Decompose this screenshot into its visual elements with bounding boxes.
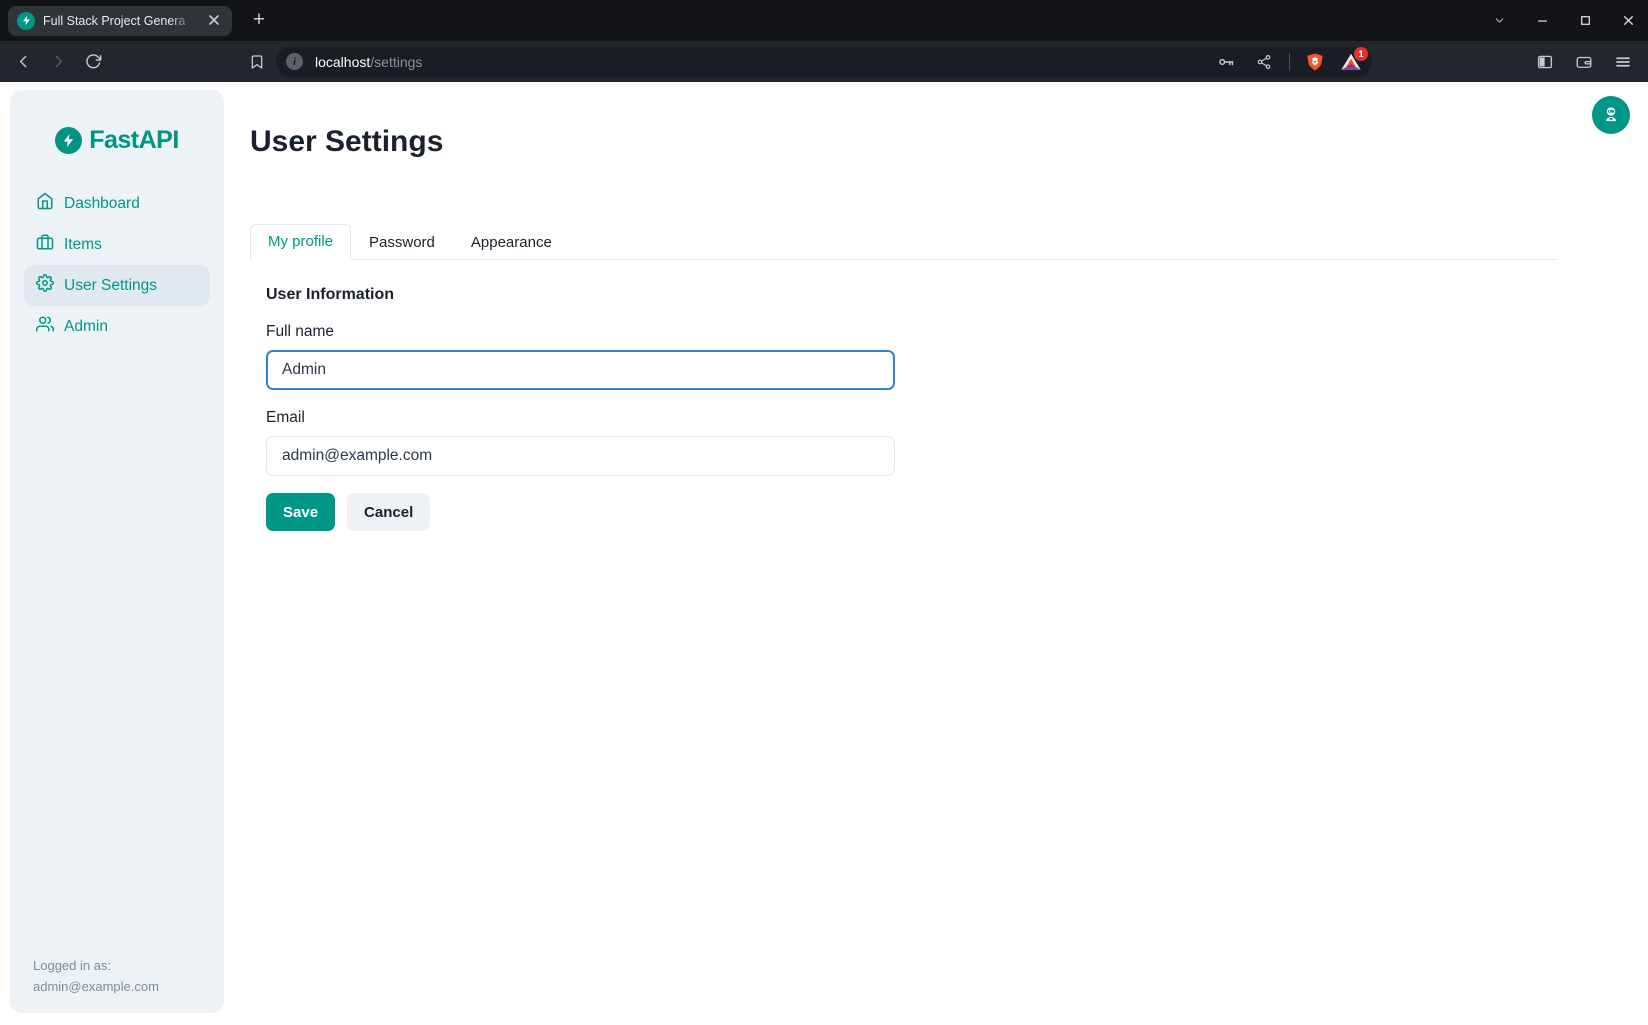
sidebar-item-user-settings[interactable]: User Settings bbox=[24, 265, 210, 306]
sidebar-item-label: User Settings bbox=[64, 277, 157, 295]
window-maximize-button[interactable] bbox=[1577, 13, 1593, 29]
url-host: localhost bbox=[315, 54, 370, 70]
my-profile-panel: User Information Full name Email Save Ca… bbox=[250, 260, 1556, 547]
browser-tab[interactable]: Full Stack Project Genera bbox=[8, 6, 232, 36]
gear-icon bbox=[36, 274, 54, 297]
full-name-label: Full name bbox=[266, 323, 1540, 341]
window-minimize-button[interactable] bbox=[1534, 13, 1550, 29]
email-field-group: Email bbox=[266, 409, 1540, 476]
sidebar-item-label: Items bbox=[64, 236, 102, 254]
rewards-badge: 1 bbox=[1354, 47, 1368, 61]
user-menu-avatar-button[interactable] bbox=[1592, 96, 1630, 134]
brave-rewards-icon[interactable]: 1 bbox=[1340, 51, 1362, 73]
browser-toolbar: i localhost/settings bbox=[0, 41, 1648, 82]
tab-password[interactable]: Password bbox=[351, 224, 453, 260]
email-label: Email bbox=[266, 409, 1540, 427]
section-title: User Information bbox=[266, 286, 1540, 304]
forward-button[interactable] bbox=[45, 49, 71, 75]
page-title: User Settings bbox=[250, 125, 1556, 159]
app-page: FastAPI Dashboard Items User Settings bbox=[0, 82, 1648, 1025]
back-button[interactable] bbox=[10, 49, 36, 75]
password-key-icon[interactable] bbox=[1213, 49, 1239, 75]
full-name-input[interactable] bbox=[266, 350, 895, 390]
save-button[interactable]: Save bbox=[266, 493, 335, 531]
sidebar-item-label: Admin bbox=[64, 318, 108, 336]
brave-shield-icon[interactable] bbox=[1302, 49, 1328, 75]
side-panel-icon[interactable] bbox=[1532, 49, 1558, 75]
main-content: User Settings My profile Password Appear… bbox=[250, 82, 1556, 547]
logged-in-label: Logged in as: bbox=[33, 955, 159, 976]
sidebar: FastAPI Dashboard Items User Settings bbox=[10, 90, 224, 1013]
site-info-icon[interactable]: i bbox=[286, 53, 303, 70]
fastapi-favicon bbox=[17, 12, 35, 30]
fastapi-logo: FastAPI bbox=[10, 90, 224, 155]
fastapi-logo-icon bbox=[55, 127, 82, 154]
logged-in-footer: Logged in as: admin@example.com bbox=[33, 955, 159, 997]
sidebar-item-admin[interactable]: Admin bbox=[24, 306, 210, 347]
menu-hamburger-icon[interactable] bbox=[1610, 49, 1636, 75]
browser-tabstrip: Full Stack Project Genera + bbox=[0, 0, 1648, 41]
tab-search-chevron-icon[interactable] bbox=[1491, 13, 1507, 29]
window-close-button[interactable] bbox=[1620, 13, 1636, 29]
bookmark-icon[interactable] bbox=[244, 49, 270, 75]
tab-my-profile[interactable]: My profile bbox=[250, 224, 351, 260]
sidebar-item-items[interactable]: Items bbox=[24, 224, 210, 265]
tab-close-icon[interactable] bbox=[205, 12, 223, 30]
toolbar-separator bbox=[1289, 53, 1290, 71]
wallet-icon[interactable] bbox=[1571, 49, 1597, 75]
email-input[interactable] bbox=[266, 436, 895, 476]
astronaut-user-icon bbox=[1601, 104, 1621, 127]
briefcase-icon bbox=[36, 233, 54, 256]
users-icon bbox=[36, 315, 54, 338]
settings-tabs: My profile Password Appearance bbox=[250, 224, 1556, 260]
share-icon[interactable] bbox=[1251, 49, 1277, 75]
cancel-button[interactable]: Cancel bbox=[347, 493, 430, 531]
tab-appearance[interactable]: Appearance bbox=[453, 224, 570, 260]
reload-button[interactable] bbox=[80, 49, 106, 75]
url-path: /settings bbox=[370, 54, 422, 70]
sidebar-item-dashboard[interactable]: Dashboard bbox=[24, 183, 210, 224]
home-icon bbox=[36, 192, 54, 215]
logged-in-email: admin@example.com bbox=[33, 976, 159, 997]
url-text[interactable]: localhost/settings bbox=[315, 54, 1213, 70]
sidebar-menu: Dashboard Items User Settings Admin bbox=[10, 183, 224, 347]
full-name-field-group: Full name bbox=[266, 323, 1540, 390]
new-tab-button[interactable]: + bbox=[246, 8, 272, 34]
fastapi-logo-text: FastAPI bbox=[89, 126, 179, 155]
form-actions: Save Cancel bbox=[266, 493, 1540, 531]
url-bar[interactable]: i localhost/settings bbox=[276, 47, 1372, 77]
sidebar-item-label: Dashboard bbox=[64, 195, 140, 213]
tab-title: Full Stack Project Genera bbox=[43, 14, 197, 28]
